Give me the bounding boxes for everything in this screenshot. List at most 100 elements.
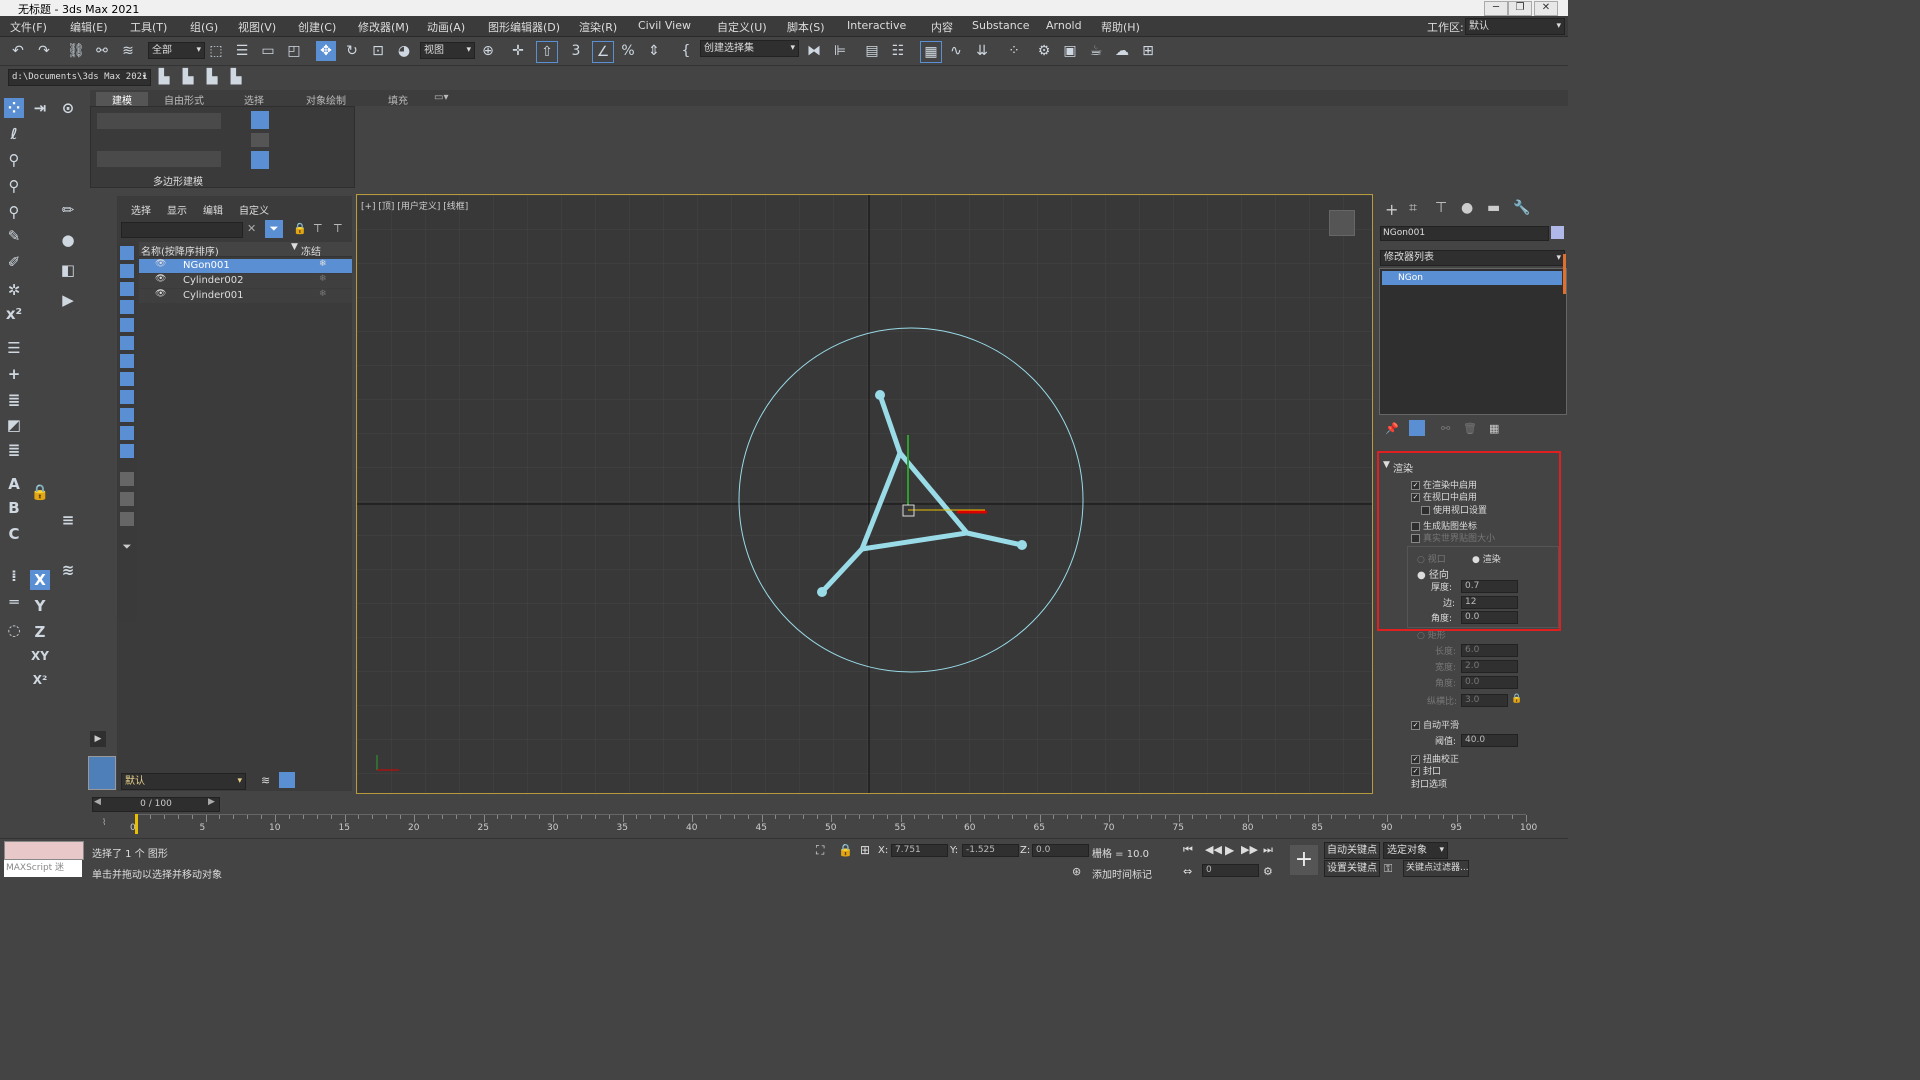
expand-panel-icon[interactable]: ▶	[90, 731, 106, 747]
project-save-icon[interactable]: ▙	[226, 67, 246, 87]
filter-helpers-icon[interactable]	[120, 318, 134, 332]
tab-modeling[interactable]: 建模	[96, 92, 148, 107]
viewport-label[interactable]: [+] [顶] [用户定义] [线框]	[361, 199, 468, 212]
angle2-spinner[interactable]: 0.0	[1461, 676, 1518, 689]
axis-xy-icon[interactable]: XY	[30, 646, 50, 666]
filter-geometry-icon[interactable]	[120, 246, 134, 260]
menu-arnold[interactable]: Arnold	[1046, 19, 1082, 32]
measure-icon[interactable]: ═	[4, 592, 24, 612]
modify-tab-icon[interactable]: ⌗	[1409, 200, 1417, 216]
hierarchy-tab-icon[interactable]: ⊤	[1435, 200, 1447, 216]
make-unique-icon[interactable]: ⚯	[1441, 422, 1450, 435]
freeze-icon[interactable]: ❄	[319, 259, 327, 269]
aspect-spinner[interactable]: 3.0	[1461, 694, 1508, 707]
explorer-tab-display[interactable]: 显示	[167, 202, 187, 217]
curve-toggle-icon[interactable]: ⌇	[102, 818, 106, 828]
maximize-button[interactable]: ❐	[1508, 1, 1532, 16]
unlink-icon[interactable]: ⚯	[92, 41, 112, 61]
tab-object-paint[interactable]: 对象绘制	[306, 92, 346, 107]
spinner-snap-icon[interactable]: ⇕	[644, 41, 664, 61]
layers3-icon[interactable]: ≋	[58, 560, 78, 580]
cap-checkbox[interactable]: ✓ 封口	[1411, 764, 1441, 777]
maxscript-listener[interactable]	[4, 841, 84, 860]
hierarchy-icon[interactable]: ⊤	[313, 222, 323, 235]
set-key-button[interactable]: 设置关键点	[1324, 860, 1380, 877]
percent-snap-icon[interactable]: %	[618, 41, 638, 61]
time-slider[interactable]: 0 / 100	[92, 797, 220, 812]
explorer-tab-edit[interactable]: 编辑	[203, 202, 223, 217]
filter-icon[interactable]: ⏷	[265, 220, 283, 238]
play-animation-icon[interactable]: ▶	[1225, 843, 1234, 857]
stack-icon-2[interactable]: ≣	[4, 440, 24, 460]
named-selection-dropdown[interactable]: 创建选择集	[700, 40, 799, 57]
modify-mode-icon[interactable]	[251, 111, 269, 129]
layer-options-icon[interactable]	[279, 772, 295, 788]
add-time-tag[interactable]: 添加时间标记	[1092, 866, 1152, 881]
filter-bones-icon[interactable]	[120, 390, 134, 404]
tab-freeform[interactable]: 自由形式	[164, 92, 204, 107]
move-icon[interactable]: ✥	[316, 41, 336, 61]
pivot-icon[interactable]: ⊕	[478, 41, 498, 61]
prev-frame-icon[interactable]: ◀◀	[1205, 843, 1222, 856]
camera-icon[interactable]: ⊙	[58, 98, 78, 118]
link-icon[interactable]: ⛓	[66, 41, 86, 61]
object-name-field[interactable]: NGon001	[1380, 226, 1549, 241]
window-crossing-icon[interactable]: ◰	[284, 41, 304, 61]
text-b-icon[interactable]: B	[4, 498, 24, 518]
link-tool-icon[interactable]: ⇥	[30, 98, 50, 118]
reference-coord-dropdown[interactable]: 视图	[420, 42, 475, 59]
rect-selection-icon[interactable]: ▭	[258, 41, 278, 61]
project-path-dropdown[interactable]: d:\Documents\3ds Max 2021	[8, 69, 151, 86]
slider-prev-icon[interactable]: ◀	[94, 797, 101, 807]
place-icon[interactable]: ◕	[394, 41, 414, 61]
angle-snap-icon[interactable]: ∠	[592, 41, 614, 63]
menu-animation[interactable]: 动画(A)	[427, 19, 465, 35]
lock-aspect-icon[interactable]: 🔒	[1511, 694, 1522, 704]
dots-icon[interactable]: ⁞	[4, 566, 24, 586]
menu-civil-view[interactable]: Civil View	[638, 19, 691, 32]
viewport-canvas[interactable]	[357, 195, 1372, 793]
box-icon[interactable]: ◩	[4, 415, 24, 435]
select-object-icon[interactable]: ⬚	[206, 41, 226, 61]
list-item[interactable]: 👁 Cylinder001 ❄	[139, 289, 352, 303]
menu-customize[interactable]: 自定义(U)	[717, 19, 767, 35]
maxscript-input[interactable]: MAXScript 迷	[4, 860, 82, 877]
redo-icon[interactable]: ↷	[34, 41, 54, 61]
material-editor-icon[interactable]: ⁘	[1004, 41, 1024, 61]
object-color-swatch[interactable]	[1551, 226, 1564, 239]
pipe-icon[interactable]: ◧	[58, 260, 78, 280]
project-folder-icon[interactable]: ▙	[154, 67, 174, 87]
panel-scrollbar[interactable]	[1563, 254, 1566, 294]
axis-z-icon[interactable]: Z	[30, 622, 50, 642]
configure-sets-icon[interactable]: ▦	[1489, 422, 1499, 435]
render-icon[interactable]: ☕	[1086, 41, 1106, 61]
play-icon[interactable]: ▶	[58, 290, 78, 310]
stack-icon[interactable]: ≣	[4, 390, 24, 410]
key-selection-dropdown[interactable]: 选定对象	[1383, 842, 1448, 859]
tab-selection[interactable]: 选择	[244, 92, 264, 107]
filter-groups-icon[interactable]	[120, 354, 134, 368]
column-freeze[interactable]: 冻结	[301, 243, 321, 258]
list-item[interactable]: 👁 Cylinder002 ❄	[139, 274, 352, 288]
layers2-icon[interactable]: ≡	[58, 510, 78, 530]
absolute-mode-icon[interactable]: ⊞	[860, 843, 870, 857]
key-filters-button[interactable]: 关键点过滤器...	[1403, 860, 1469, 877]
close-button[interactable]: ✕	[1534, 1, 1558, 16]
viewcube-icon[interactable]	[1329, 210, 1355, 236]
menu-scripting[interactable]: 脚本(S)	[787, 19, 825, 35]
explorer-tab-customize[interactable]: 自定义	[239, 202, 269, 217]
snap-3d-icon[interactable]: 3	[566, 41, 586, 61]
axis-y-icon[interactable]: Y	[30, 596, 50, 616]
keyboard-shortcut-icon[interactable]: ⇧	[536, 41, 558, 63]
filter-frozen-icon[interactable]	[120, 426, 134, 440]
menu-graph-editors[interactable]: 图形编辑器(D)	[488, 19, 560, 35]
vertex-icon[interactable]: ⚲	[4, 202, 24, 222]
layer-explorer-icon[interactable]: ☷	[888, 41, 908, 61]
menu-create[interactable]: 创建(C)	[298, 19, 336, 35]
sort-down-icon[interactable]: ▼	[291, 242, 298, 252]
time-tag-icon[interactable]: ⊛	[1072, 865, 1081, 878]
layer-dropdown[interactable]: 默认	[121, 773, 246, 790]
axis-xy2-icon[interactable]: X²	[30, 670, 50, 690]
tab-populate[interactable]: 填充	[388, 92, 408, 107]
rotate-icon[interactable]: ↻	[342, 41, 362, 61]
